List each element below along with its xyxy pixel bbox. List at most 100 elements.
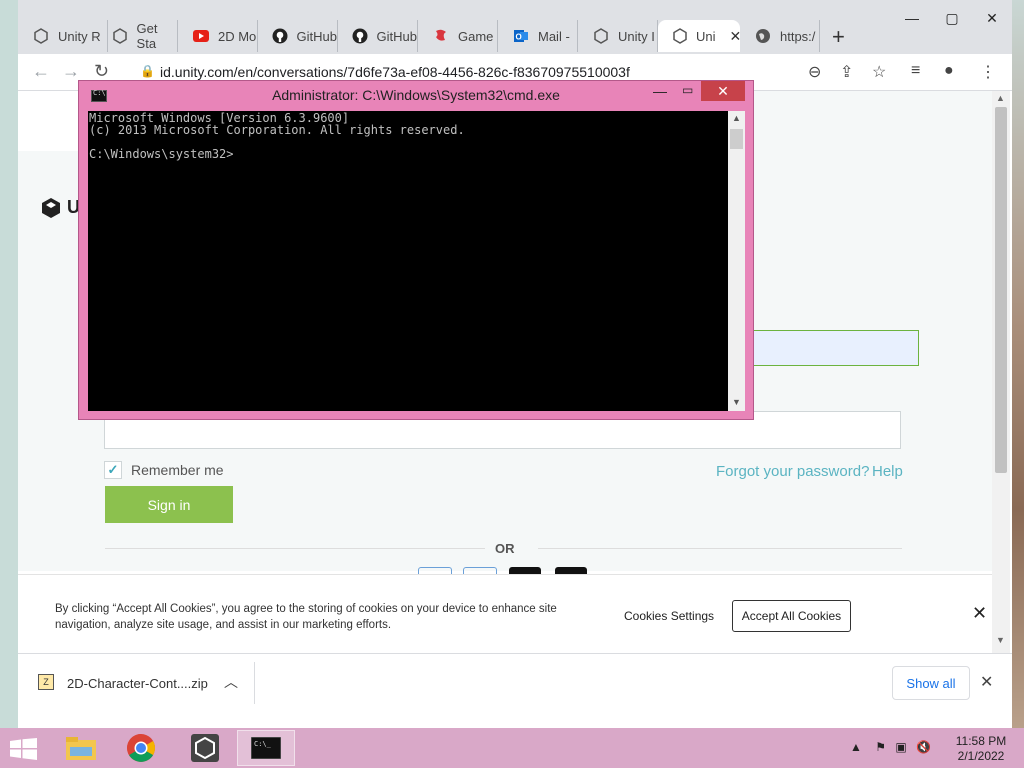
unity-taskbar-icon[interactable]	[176, 730, 234, 766]
accept-all-cookies-button[interactable]: Accept All Cookies	[732, 600, 851, 632]
page-scrollbar[interactable]: ▲ ▼	[992, 91, 1010, 653]
unity-icon	[32, 27, 50, 45]
cmd-titlebar[interactable]: C:\ Administrator: C:\Windows\System32\c…	[79, 81, 753, 109]
chevron-up-icon[interactable]: ︿	[224, 672, 238, 692]
checkbox-checked-icon[interactable]: ✓	[104, 461, 122, 479]
cmd-taskbar-icon[interactable]: C:\_	[237, 730, 295, 766]
sign-in-button[interactable]: Sign in	[105, 486, 233, 523]
tab-unity-active[interactable]: Uni ✕	[658, 20, 741, 52]
tab-strip: Unity R Get Sta 2D Mo GitHub GitHub Game…	[18, 0, 1012, 54]
windows-start-icon[interactable]	[10, 738, 38, 760]
download-item[interactable]: 2D-Character-Cont....zip	[67, 676, 208, 691]
tab-github-1[interactable]: GitHub	[258, 20, 338, 52]
svg-text:O: O	[516, 33, 522, 42]
tab-label: Unity R	[58, 28, 101, 44]
clock-time: 11:58 PM	[955, 734, 1007, 748]
outlook-icon: O	[512, 27, 530, 45]
divider-left	[105, 548, 485, 549]
zip-file-icon: Z	[38, 674, 54, 690]
new-tab-icon[interactable]: +	[832, 24, 845, 50]
remember-me-label: Remember me	[131, 462, 224, 478]
download-bar: Z 2D-Character-Cont....zip ︿ Show all ✕	[18, 653, 1012, 712]
cookie-close-icon[interactable]: ✕	[972, 603, 987, 624]
menu-icon[interactable]: ⋮	[980, 62, 996, 82]
github-icon	[352, 27, 369, 45]
tab-label: https:/	[780, 28, 816, 44]
tab-https[interactable]: https:/	[740, 20, 820, 52]
cmd-scroll-thumb[interactable]	[730, 129, 743, 149]
cmd-window: C:\ Administrator: C:\Windows\System32\c…	[78, 80, 754, 420]
forward-icon[interactable]: →	[62, 61, 80, 82]
tab-unity-i[interactable]: Unity I	[578, 20, 658, 52]
tab-label: Game	[458, 28, 494, 44]
tab-label: Get Sta	[136, 21, 158, 51]
cookie-banner: By clicking “Accept All Cookies”, you ag…	[18, 574, 992, 654]
bookmark-star-icon[interactable]: ☆	[872, 62, 886, 82]
unity-icon	[592, 27, 610, 45]
cmd-maximize-icon[interactable]: ▭	[682, 83, 693, 97]
forgot-password-link[interactable]: Forgot your password?	[716, 463, 869, 480]
tab-github-2[interactable]: GitHub	[338, 20, 418, 52]
game-icon	[432, 27, 450, 45]
scroll-thumb[interactable]	[995, 107, 1007, 473]
tab-get-started[interactable]: Get Sta	[98, 20, 178, 52]
youtube-icon	[192, 27, 210, 45]
cmd-scroll-up-icon[interactable]: ▲	[732, 113, 741, 123]
lock-icon: 🔒	[140, 64, 155, 78]
clock-date: 2/1/2022	[957, 749, 1005, 763]
action-center-flag-icon[interactable]: ⚑	[875, 740, 886, 754]
tab-label: Mail -	[538, 28, 570, 44]
unity-icon	[672, 27, 688, 45]
tab-game[interactable]: Game	[418, 20, 498, 52]
tab-mail[interactable]: O Mail -	[498, 20, 578, 52]
cmd-output: Microsoft Windows [Version 6.3.9600] (c)…	[89, 111, 465, 161]
cmd-minimize-icon[interactable]: —	[653, 83, 667, 99]
cookie-text: By clicking “Accept All Cookies”, you ag…	[55, 603, 557, 631]
download-separator	[254, 662, 255, 704]
help-link[interactable]: Help	[872, 463, 903, 480]
tab-label: Uni	[696, 28, 716, 44]
reload-icon[interactable]: ↻	[94, 61, 109, 82]
back-icon[interactable]: ←	[32, 61, 50, 82]
globe-icon	[754, 27, 772, 45]
maximize-icon[interactable]: ▢	[932, 6, 972, 30]
unity-logo: U	[40, 197, 80, 219]
tab-label: 2D Mo	[218, 28, 257, 44]
remember-me[interactable]: ✓ Remember me	[104, 461, 224, 479]
github-icon	[272, 27, 289, 45]
tab-label: GitHub	[376, 28, 417, 44]
chrome-taskbar-icon[interactable]	[112, 730, 170, 766]
scroll-up-icon[interactable]: ▲	[996, 93, 1005, 103]
scroll-down-icon[interactable]: ▼	[996, 635, 1005, 645]
tab-unity-r[interactable]: Unity R	[18, 20, 108, 52]
taskbar: C:\_ ▲ ⚑ ▣ 🔇 11:58 PM 2/1/2022	[0, 728, 1024, 768]
taskbar-clock[interactable]: 11:58 PM 2/1/2022	[951, 734, 1011, 764]
cmd-title: Administrator: C:\Windows\System32\cmd.e…	[272, 87, 560, 103]
tab-label: Unity I	[618, 28, 655, 44]
show-all-button[interactable]: Show all	[892, 666, 970, 700]
minimize-icon[interactable]: —	[892, 6, 932, 30]
tray-expand-icon[interactable]: ▲	[850, 740, 862, 754]
unity-icon	[112, 27, 129, 45]
cmd-scroll-down-icon[interactable]: ▼	[732, 397, 741, 407]
cmd-console[interactable]: Microsoft Windows [Version 6.3.9600] (c)…	[88, 111, 728, 411]
volume-muted-icon[interactable]: 🔇	[916, 740, 931, 754]
share-icon[interactable]: ⇪	[840, 62, 853, 82]
file-explorer-taskbar-icon[interactable]	[52, 730, 110, 766]
cookies-settings-button[interactable]: Cookies Settings	[624, 609, 714, 623]
cmd-close-icon[interactable]: ✕	[701, 81, 745, 101]
system-tray: ▲ ⚑ ▣ 🔇	[850, 740, 931, 754]
network-icon[interactable]: ▣	[895, 740, 906, 754]
desktop-background-left	[0, 0, 18, 728]
svg-text:C:\_: C:\_	[254, 740, 272, 748]
divider-right	[538, 548, 902, 549]
url-text: id.unity.com/en/conversations/7d6fe73a-e…	[160, 64, 630, 80]
cmd-scrollbar[interactable]: ▲ ▼	[728, 111, 745, 411]
zoom-icon[interactable]: ⊖	[808, 62, 821, 82]
reading-list-icon[interactable]: ≡	[911, 62, 920, 80]
tab-label: GitHub	[296, 28, 337, 44]
tab-2d-movement[interactable]: 2D Mo	[178, 20, 258, 52]
download-bar-close-icon[interactable]: ✕	[980, 672, 993, 692]
profile-icon[interactable]: ●	[944, 62, 954, 80]
close-icon[interactable]: ✕	[972, 6, 1012, 30]
